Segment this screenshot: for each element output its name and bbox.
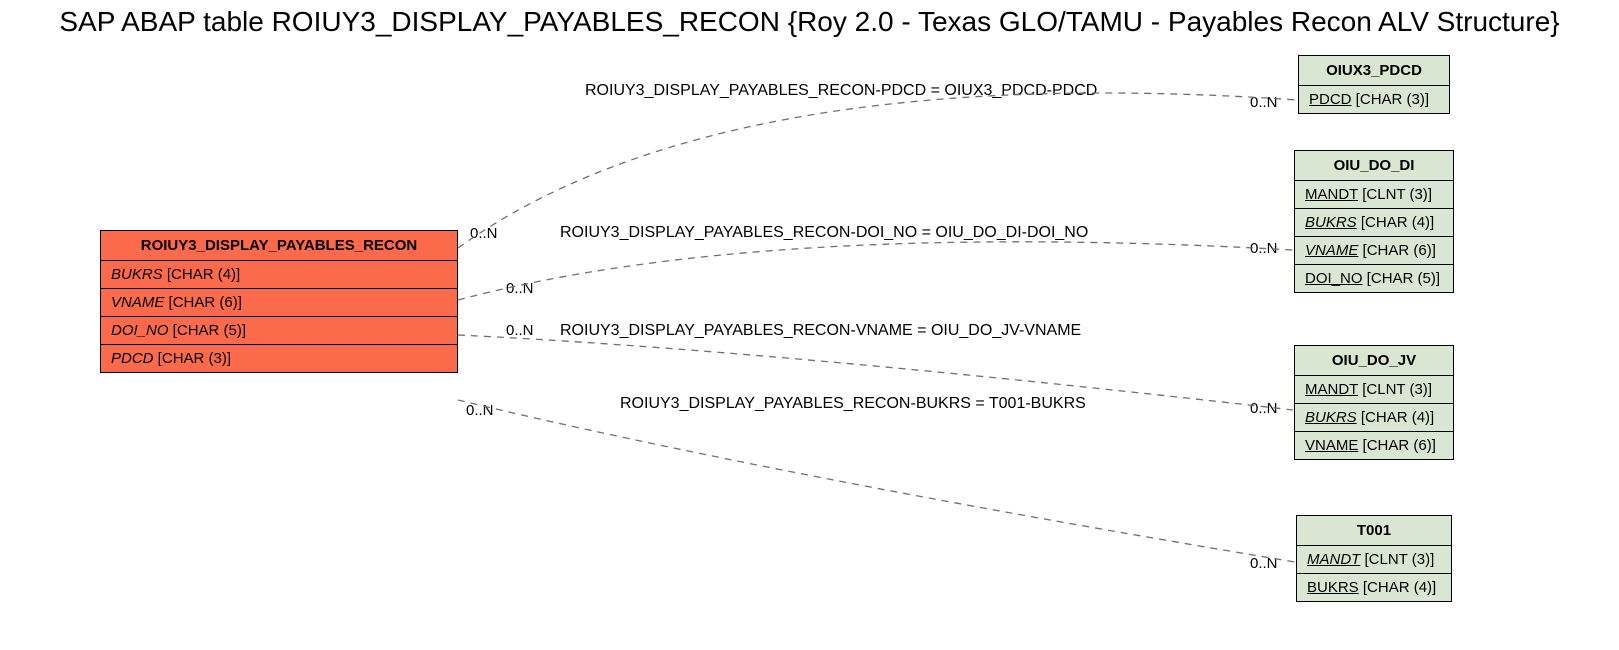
cardinality-left: 0..N bbox=[506, 280, 534, 297]
entity-header: OIU_DO_JV bbox=[1295, 346, 1453, 376]
entity-header: OIUX3_PDCD bbox=[1299, 56, 1449, 86]
entity-oiu-do-jv: OIU_DO_JV MANDT [CLNT (3)] BUKRS [CHAR (… bbox=[1294, 345, 1454, 460]
field-row: PDCD [CHAR (3)] bbox=[1299, 86, 1449, 113]
entity-main: ROIUY3_DISPLAY_PAYABLES_RECON BUKRS [CHA… bbox=[100, 230, 458, 373]
cardinality-left: 0..N bbox=[466, 402, 494, 419]
entity-main-header: ROIUY3_DISPLAY_PAYABLES_RECON bbox=[101, 231, 457, 261]
field-row: VNAME [CHAR (6)] bbox=[101, 289, 457, 317]
field-row: MANDT [CLNT (3)] bbox=[1297, 546, 1451, 574]
field-row: PDCD [CHAR (3)] bbox=[101, 345, 457, 372]
cardinality-right: 0..N bbox=[1250, 240, 1278, 257]
field-row: VNAME [CHAR (6)] bbox=[1295, 432, 1453, 459]
field-row: VNAME [CHAR (6)] bbox=[1295, 237, 1453, 265]
relation-label: ROIUY3_DISPLAY_PAYABLES_RECON-DOI_NO = O… bbox=[560, 224, 1088, 242]
entity-oiu-do-di: OIU_DO_DI MANDT [CLNT (3)] BUKRS [CHAR (… bbox=[1294, 150, 1454, 293]
field-row: DOI_NO [CHAR (5)] bbox=[1295, 265, 1453, 292]
entity-header: T001 bbox=[1297, 516, 1451, 546]
field-row: DOI_NO [CHAR (5)] bbox=[101, 317, 457, 345]
relation-label: ROIUY3_DISPLAY_PAYABLES_RECON-VNAME = OI… bbox=[560, 322, 1081, 340]
cardinality-right: 0..N bbox=[1250, 94, 1278, 111]
field-row: MANDT [CLNT (3)] bbox=[1295, 376, 1453, 404]
relation-label: ROIUY3_DISPLAY_PAYABLES_RECON-BUKRS = T0… bbox=[620, 395, 1086, 413]
diagram-stage: { "title": "SAP ABAP table ROIUY3_DISPLA… bbox=[0, 0, 1619, 650]
field-row: BUKRS [CHAR (4)] bbox=[1295, 404, 1453, 432]
entity-t001: T001 MANDT [CLNT (3)] BUKRS [CHAR (4)] bbox=[1296, 515, 1452, 602]
cardinality-right: 0..N bbox=[1250, 400, 1278, 417]
field-row: MANDT [CLNT (3)] bbox=[1295, 181, 1453, 209]
field-row: BUKRS [CHAR (4)] bbox=[1297, 574, 1451, 601]
cardinality-right: 0..N bbox=[1250, 555, 1278, 572]
relation-label: ROIUY3_DISPLAY_PAYABLES_RECON-PDCD = OIU… bbox=[585, 82, 1097, 100]
page-title: SAP ABAP table ROIUY3_DISPLAY_PAYABLES_R… bbox=[0, 6, 1619, 38]
cardinality-left: 0..N bbox=[506, 322, 534, 339]
entity-oiux3-pdcd: OIUX3_PDCD PDCD [CHAR (3)] bbox=[1298, 55, 1450, 114]
field-row: BUKRS [CHAR (4)] bbox=[1295, 209, 1453, 237]
cardinality-left: 0..N bbox=[470, 225, 498, 242]
entity-header: OIU_DO_DI bbox=[1295, 151, 1453, 181]
field-row: BUKRS [CHAR (4)] bbox=[101, 261, 457, 289]
